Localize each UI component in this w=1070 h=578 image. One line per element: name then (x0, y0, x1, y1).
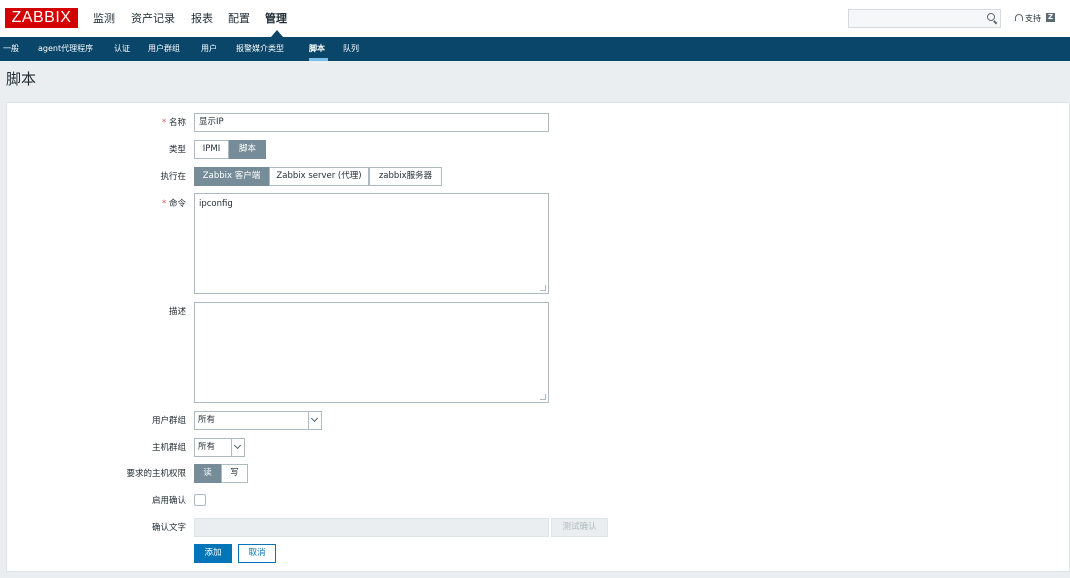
required-mark: * (162, 118, 167, 128)
nav-inventory[interactable]: 资产记录 (131, 11, 175, 27)
page-title: 脚本 (6, 70, 37, 88)
user-group-value: 所有 (198, 415, 216, 425)
test-confirm-button[interactable]: 测试确认 (551, 518, 608, 537)
search-input[interactable] (848, 9, 1001, 28)
support-icon[interactable] (1015, 14, 1023, 21)
host-access-read-option[interactable]: 读 (194, 464, 221, 483)
user-group-select[interactable]: 所有 (194, 411, 322, 430)
subnav-proxies[interactable]: agent代理程序 (38, 44, 93, 54)
nav-reports[interactable]: 报表 (191, 11, 213, 27)
command-textarea[interactable]: ipconfig (194, 193, 549, 294)
name-input[interactable]: 显示IP (194, 113, 549, 132)
execute-on-label: 执行在 (160, 172, 186, 182)
host-group-value: 所有 (198, 442, 216, 452)
host-group-select[interactable]: 所有 (194, 438, 245, 457)
subnav-general[interactable]: 一般 (3, 44, 19, 54)
nav-administration[interactable]: 管理 (265, 11, 287, 27)
description-textarea[interactable] (194, 302, 549, 403)
chevron-down-icon (231, 439, 244, 456)
active-nav-caret (271, 30, 283, 37)
confirm-text-label: 确认文字 (151, 523, 186, 533)
cancel-button[interactable]: 取消 (238, 544, 276, 563)
share-icon[interactable]: Z (1046, 13, 1055, 22)
add-button[interactable]: 添加 (194, 544, 232, 563)
host-access-write-option[interactable]: 写 (221, 464, 248, 483)
required-mark: * (162, 199, 167, 209)
subnav-authentication[interactable]: 认证 (114, 44, 130, 54)
subnav-scripts[interactable]: 脚本 (309, 44, 325, 54)
resize-handle[interactable] (540, 394, 546, 400)
type-script-option[interactable]: 脚本 (229, 140, 266, 159)
type-label: 类型 (168, 145, 186, 155)
confirm-text-input[interactable] (194, 518, 549, 537)
execute-server-option[interactable]: zabbix服务器 (369, 167, 442, 186)
name-label: * 名称 (162, 118, 186, 128)
nav-monitoring[interactable]: 监测 (93, 11, 115, 27)
user-group-label: 用户群组 (151, 416, 186, 426)
enable-confirm-checkbox[interactable] (194, 494, 206, 506)
execute-server-proxy-option[interactable]: Zabbix server (代理) (269, 167, 369, 186)
type-ipmi-option[interactable]: IPMI (194, 140, 229, 159)
subnav-users[interactable]: 用户 (201, 44, 217, 54)
execute-agent-option[interactable]: Zabbix 客户端 (194, 167, 269, 186)
support-link[interactable]: 支持 (1025, 13, 1041, 24)
resize-handle[interactable] (540, 285, 546, 291)
host-group-label: 主机群组 (151, 443, 186, 453)
enable-confirm-label: 启用确认 (151, 496, 186, 506)
subnav-queue[interactable]: 队列 (343, 44, 359, 54)
nav-configuration[interactable]: 配置 (228, 11, 250, 27)
search-icon[interactable] (987, 13, 995, 21)
description-label: 描述 (168, 307, 186, 317)
chevron-down-icon (308, 412, 321, 429)
subnav-user-groups[interactable]: 用户群组 (148, 44, 180, 54)
active-subnav-underline (309, 58, 328, 61)
host-access-label: 要求的主机权限 (126, 469, 186, 479)
command-label: * 命令 (162, 199, 186, 209)
subnav-media-types[interactable]: 报警媒介类型 (236, 44, 284, 54)
zabbix-logo[interactable]: ZABBIX (5, 8, 78, 28)
